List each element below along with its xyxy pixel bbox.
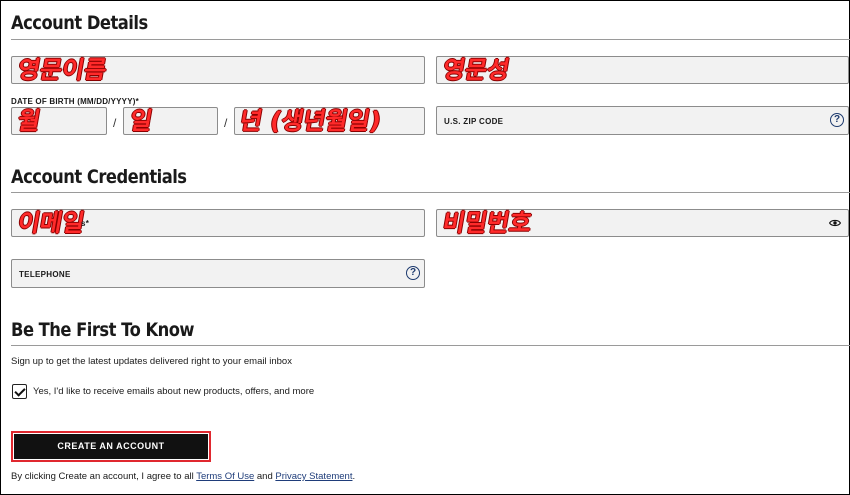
email-label-suffix: s*: [81, 219, 90, 228]
email-opt-in-checkbox[interactable]: [12, 384, 27, 399]
first-to-know-divider: [11, 345, 850, 346]
first-name-field[interactable]: 영문이름: [11, 56, 425, 84]
first-name-annotation: 영문이름: [15, 56, 109, 84]
zip-code-label: U.S. ZIP CODE: [444, 117, 504, 126]
dob-month-field[interactable]: 월: [11, 107, 107, 135]
dob-separator: /: [113, 116, 117, 130]
newsletter-description: Sign up to get the latest updates delive…: [11, 356, 292, 367]
dob-day-annotation: 일: [127, 107, 155, 135]
telephone-field[interactable]: TELEPHONE ?: [11, 259, 425, 288]
question-circle-icon[interactable]: ?: [830, 113, 844, 127]
privacy-statement-link[interactable]: Privacy Statement: [275, 471, 352, 482]
dob-year-field[interactable]: 년 (생년월일): [234, 107, 425, 135]
last-name-annotation: 영문성: [440, 56, 512, 84]
email-annotation: 이메일: [15, 209, 87, 237]
zip-code-field[interactable]: U.S. ZIP CODE ?: [436, 106, 849, 135]
dob-day-field[interactable]: 일: [123, 107, 218, 135]
question-circle-icon[interactable]: ?: [406, 266, 420, 280]
account-details-divider: [11, 39, 850, 40]
password-field[interactable]: 비밀번호: [436, 209, 849, 237]
dob-month-annotation: 월: [15, 107, 43, 135]
create-account-button[interactable]: CREATE AN ACCOUNT: [14, 434, 208, 459]
terms-suffix: .: [352, 471, 356, 482]
first-to-know-title: Be The First To Know: [11, 319, 195, 341]
email-opt-in-label: Yes, I'd like to receive emails about ne…: [33, 386, 315, 397]
terms-text: By clicking Create an account, I agree t…: [11, 471, 355, 482]
last-name-field[interactable]: 영문성: [436, 56, 849, 84]
dob-separator: /: [224, 116, 228, 130]
account-details-title: Account Details: [11, 12, 148, 34]
eye-icon[interactable]: [829, 219, 841, 227]
terms-prefix: By clicking Create an account, I agree t…: [11, 471, 194, 482]
terms-and: and: [256, 471, 273, 482]
email-field[interactable]: 이메일 s*: [11, 209, 425, 237]
dob-year-annotation: 년 (생년월일): [237, 107, 384, 135]
dob-label: DATE OF BIRTH (MM/DD/YYYY)*: [11, 97, 139, 106]
telephone-label: TELEPHONE: [19, 270, 71, 279]
password-annotation: 비밀번호: [440, 209, 534, 237]
account-credentials-divider: [11, 192, 850, 193]
terms-of-use-link[interactable]: Terms Of Use: [196, 471, 254, 482]
account-credentials-title: Account Credentials: [11, 166, 187, 188]
